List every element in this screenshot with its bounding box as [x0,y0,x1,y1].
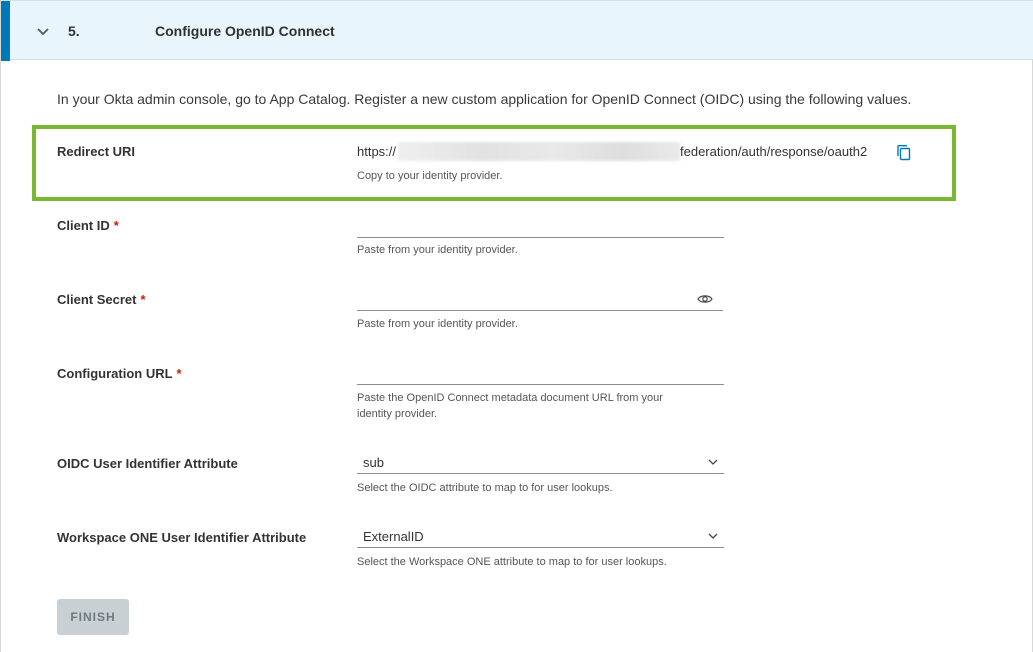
redirect-uri-helper: Copy to your identity provider. [357,170,503,182]
client-id-helper: Paste from your identity provider. [357,244,518,256]
step-accent-bar [1,1,10,61]
client-id-input[interactable] [357,216,724,238]
redirect-uri-highlight [32,125,956,201]
oidc-attribute-select[interactable]: sub [357,452,724,474]
chevron-down-icon [708,459,718,465]
chevron-down-icon [708,533,718,539]
redirect-uri-prefix: https:// [357,144,397,159]
step-header[interactable]: 5. Configure OpenID Connect [1,0,1033,61]
required-asterisk: * [113,218,119,233]
configuration-url-helper-line2: identity provider. [357,408,438,420]
configuration-url-label: Configuration URL * [57,366,182,381]
configuration-url-helper-line1: Paste the OpenID Connect metadata docume… [357,392,663,404]
step-number: 5. [68,23,80,39]
client-secret-helper: Paste from your identity provider. [357,318,518,330]
client-id-label-text: Client ID [57,218,110,233]
client-secret-input[interactable] [357,289,723,311]
client-secret-label-text: Client Secret [57,292,137,307]
finish-button[interactable]: FINISH [57,599,129,635]
oidc-attribute-value: sub [363,455,384,470]
redirect-uri-redacted [398,142,680,161]
client-id-label: Client ID * [57,218,119,233]
ws1-attribute-value: ExternalID [363,529,424,544]
step-title: Configure OpenID Connect [155,23,335,39]
ws1-attribute-select[interactable]: ExternalID [357,526,724,548]
client-secret-label: Client Secret * [57,292,146,307]
intro-text: In your Okta admin console, go to App Ca… [57,91,912,107]
copy-icon[interactable] [896,144,912,161]
required-asterisk: * [140,292,146,307]
redirect-uri-label: Redirect URI [57,144,136,159]
configuration-url-input[interactable] [357,363,724,385]
ws1-attribute-label: Workspace ONE User Identifier Attribute [57,530,307,545]
eye-icon[interactable] [697,293,713,305]
ws1-attribute-helper: Select the Workspace ONE attribute to ma… [357,556,667,568]
configuration-url-label-text: Configuration URL [57,366,173,381]
required-asterisk: * [176,366,182,381]
redirect-uri-suffix: federation/auth/response/oauth2 [680,144,868,159]
chevron-down-icon[interactable] [35,23,51,39]
wizard-panel: 5. Configure OpenID Connect In your Okta… [0,0,1033,652]
oidc-attribute-helper: Select the OIDC attribute to map to for … [357,482,613,494]
oidc-attribute-label: OIDC User Identifier Attribute [57,456,238,471]
